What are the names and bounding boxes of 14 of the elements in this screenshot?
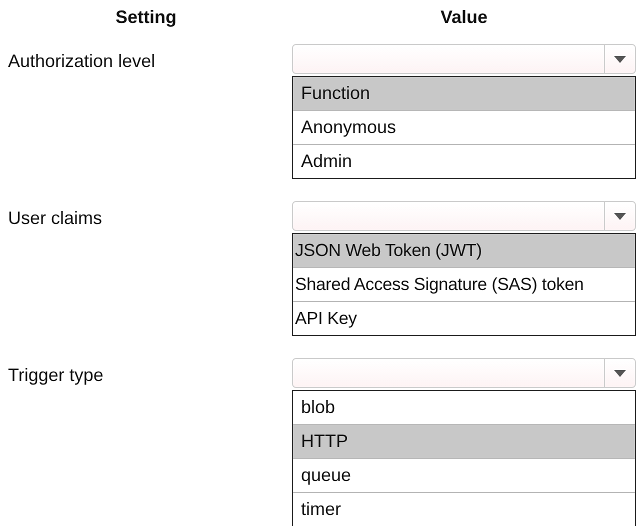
dropdown-field[interactable] xyxy=(292,201,636,231)
dropdown-field[interactable] xyxy=(292,44,636,74)
dropdown-field[interactable] xyxy=(292,358,636,388)
caret-icon xyxy=(614,370,626,376)
dropdown-option[interactable]: HTTP xyxy=(293,424,635,458)
caret-icon xyxy=(614,56,626,62)
column-header: Value xyxy=(440,6,488,28)
column-header: Setting xyxy=(116,6,176,28)
setting-label: User claims xyxy=(8,207,104,229)
dropdown-option[interactable]: Function xyxy=(293,77,635,110)
setting-label: Trigger type xyxy=(8,364,104,386)
dropdown-option[interactable]: JSON Web Token (JWT) xyxy=(293,234,635,267)
setting-label: Authorization level xyxy=(8,50,156,72)
caret-icon xyxy=(614,212,626,220)
